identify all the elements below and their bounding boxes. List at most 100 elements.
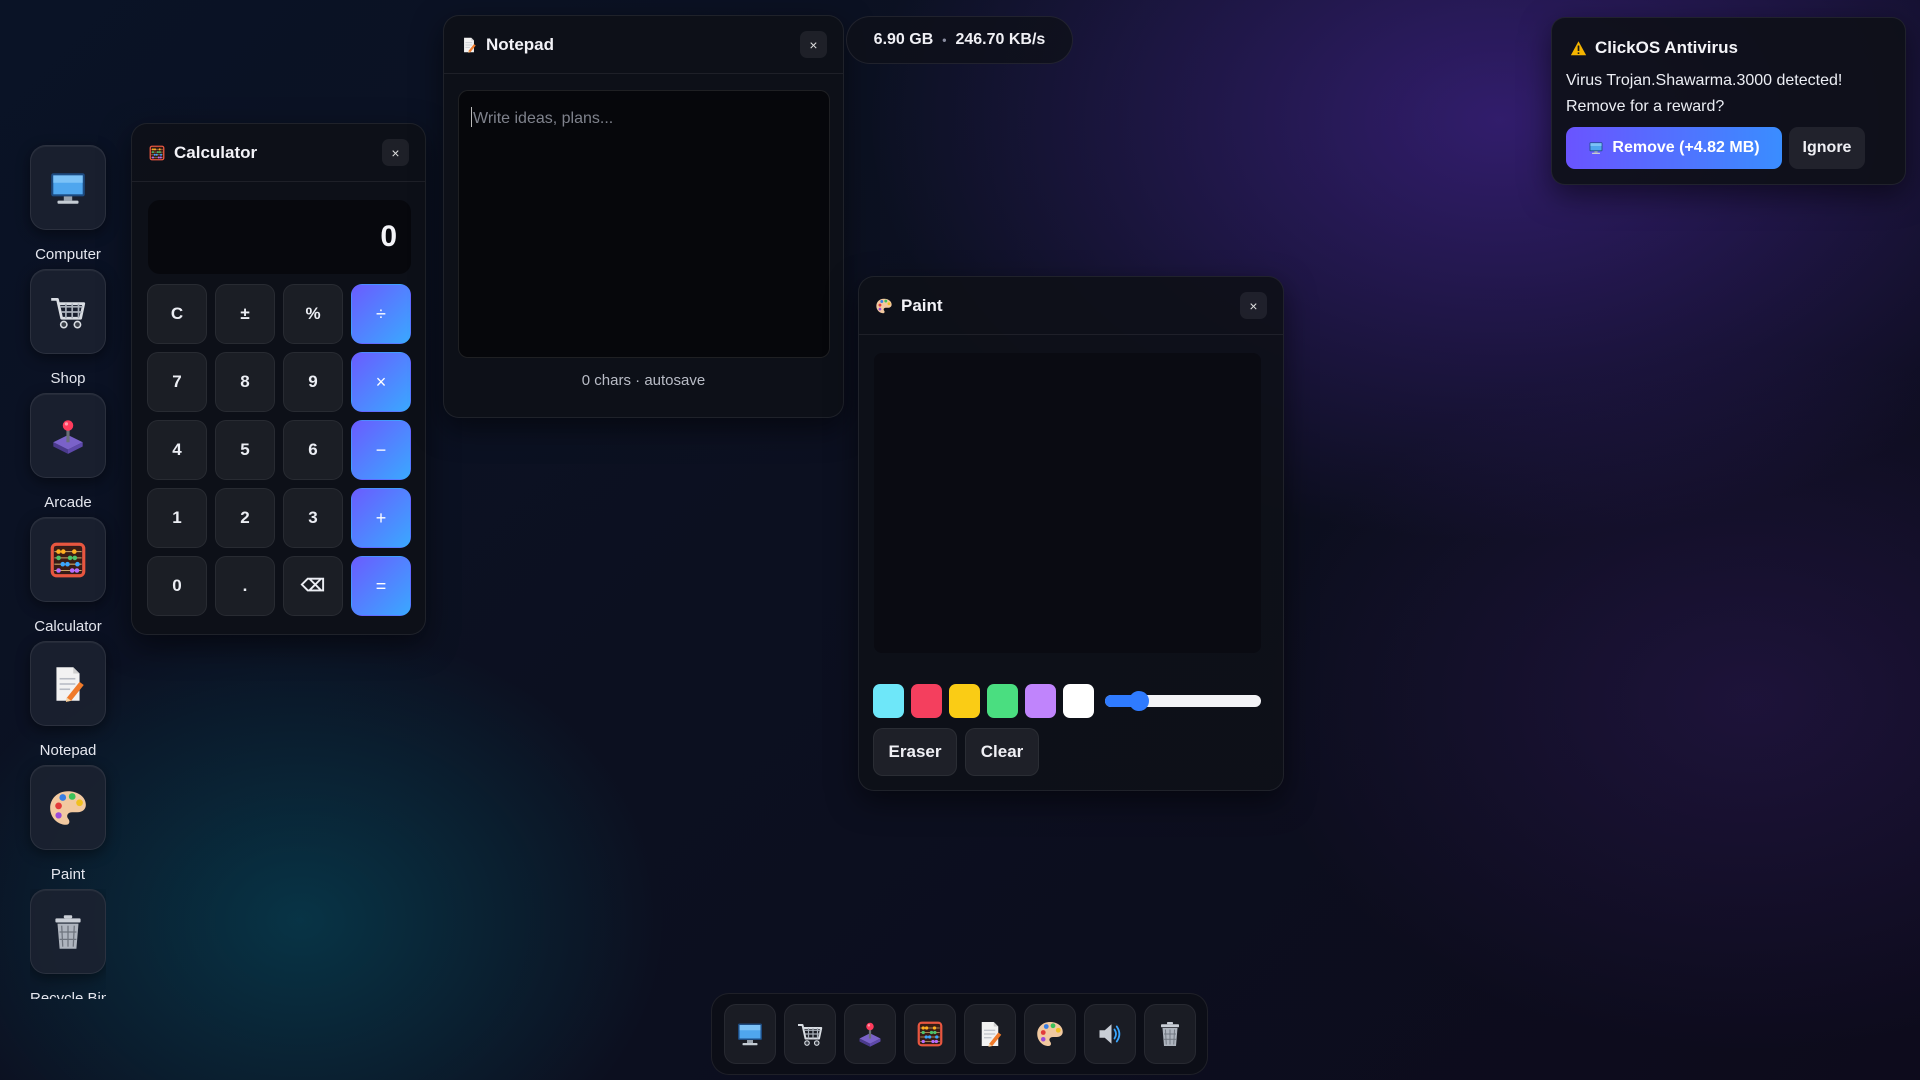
color-swatch-white[interactable]: [1063, 684, 1094, 718]
close-button[interactable]: ×: [800, 31, 827, 58]
taskbar-shop[interactable]: [783, 1004, 836, 1064]
key-divide[interactable]: ÷: [351, 284, 411, 344]
abacus-icon: [915, 1019, 945, 1049]
key-4[interactable]: 4: [147, 420, 207, 480]
desktop-icon-notepad[interactable]: Notepad: [30, 641, 106, 759]
taskbar-paint[interactable]: [1023, 1004, 1076, 1064]
joystick-icon: [855, 1019, 885, 1049]
notepad-window: Notepad × Write ideas, plans... 0 chars …: [443, 15, 844, 418]
key-2[interactable]: 2: [215, 488, 275, 548]
key-clear[interactable]: C: [147, 284, 207, 344]
key-percent[interactable]: %: [283, 284, 343, 344]
taskbar-arcade[interactable]: [843, 1004, 896, 1064]
storage-size: 6.90 GB: [873, 31, 934, 48]
cart-icon: [795, 1019, 825, 1049]
close-button[interactable]: ×: [1240, 292, 1267, 319]
joystick-icon: [30, 393, 106, 478]
clear-button[interactable]: Clear: [965, 728, 1039, 776]
window-title: Paint: [901, 295, 943, 315]
speaker-icon: [1095, 1019, 1125, 1049]
palette-icon: [875, 297, 893, 315]
taskbar-computer[interactable]: [723, 1004, 776, 1064]
desktop-icon-shop[interactable]: Shop: [30, 269, 106, 387]
key-5[interactable]: 5: [215, 420, 275, 480]
paint-canvas[interactable]: [874, 353, 1261, 653]
notepad-icon: [975, 1019, 1005, 1049]
key-7[interactable]: 7: [147, 352, 207, 412]
desktop-icon-label: Notepad: [39, 742, 97, 759]
key-0[interactable]: 0: [147, 556, 207, 616]
key-1[interactable]: 1: [147, 488, 207, 548]
notepad-icon: [30, 641, 106, 726]
desktop-icon-label: Computer: [35, 246, 101, 263]
antivirus-message: Virus Trojan.Shawarma.3000 detected! Rem…: [1566, 72, 1843, 115]
color-swatches: [873, 684, 1094, 718]
separator-dot: •: [942, 33, 947, 47]
taskbar-calculator[interactable]: [903, 1004, 956, 1064]
cart-icon: [30, 269, 106, 354]
storage-speed: 246.70 KB/s: [955, 31, 1046, 48]
taskbar-volume[interactable]: [1083, 1004, 1136, 1064]
palette-icon: [30, 765, 106, 850]
window-title: Calculator: [174, 142, 258, 162]
monitor-icon: [1588, 140, 1604, 156]
notepad-placeholder: Write ideas, plans...: [473, 110, 614, 127]
color-swatch-green[interactable]: [987, 684, 1018, 718]
palette-icon: [1035, 1019, 1065, 1049]
taskbar: [711, 993, 1208, 1075]
desktop-icon-arcade[interactable]: Arcade: [30, 393, 106, 511]
taskbar-notepad[interactable]: [963, 1004, 1016, 1064]
monitor-icon: [30, 145, 106, 230]
eraser-button[interactable]: Eraser: [873, 728, 957, 776]
monitor-icon: [735, 1019, 765, 1049]
slider-thumb[interactable]: [1129, 691, 1150, 711]
desktop-icon-label: Calculator: [34, 618, 102, 635]
paint-window: Paint × Eraser Clear: [858, 276, 1284, 791]
key-decimal[interactable]: .: [215, 556, 275, 616]
window-title: Notepad: [486, 34, 554, 54]
color-swatch-yellow[interactable]: [949, 684, 980, 718]
key-equals[interactable]: =: [351, 556, 411, 616]
calculator-window: Calculator × 0 C ± % ÷ 7 8 9 × 4 5 6 − 1…: [131, 123, 426, 635]
abacus-icon: [148, 144, 166, 162]
desktop-icon-recycle-bin[interactable]: Recycle Bin: [30, 889, 106, 999]
notepad-status: 0 chars · autosave: [581, 372, 706, 389]
ignore-button[interactable]: Ignore: [1789, 127, 1865, 169]
antivirus-title: ClickOS Antivirus: [1595, 38, 1738, 57]
key-add[interactable]: +: [351, 488, 411, 548]
notepad-textarea[interactable]: Write ideas, plans...: [458, 90, 830, 358]
key-multiply[interactable]: ×: [351, 352, 411, 412]
window-titlebar[interactable]: Notepad ×: [444, 16, 843, 74]
trash-icon: [30, 889, 106, 974]
close-button[interactable]: ×: [382, 139, 409, 166]
key-8[interactable]: 8: [215, 352, 275, 412]
abacus-icon: [30, 517, 106, 602]
desktop-icon-paint[interactable]: Paint: [30, 765, 106, 883]
window-titlebar[interactable]: Paint ×: [859, 277, 1283, 335]
antivirus-title-row: ClickOS Antivirus: [1570, 38, 1738, 58]
calculator-display: 0: [148, 200, 411, 274]
key-3[interactable]: 3: [283, 488, 343, 548]
key-9[interactable]: 9: [283, 352, 343, 412]
remove-virus-button[interactable]: Remove (+4.82 MB): [1566, 127, 1782, 169]
antivirus-notification: ClickOS Antivirus Virus Trojan.Shawarma.…: [1551, 17, 1906, 185]
taskbar-recycle-bin[interactable]: [1143, 1004, 1196, 1064]
key-subtract[interactable]: −: [351, 420, 411, 480]
color-swatch-red[interactable]: [911, 684, 942, 718]
brush-size-slider[interactable]: [1105, 691, 1261, 711]
desktop-icon-label: Shop: [50, 370, 86, 387]
key-6[interactable]: 6: [283, 420, 343, 480]
trash-icon: [1155, 1019, 1185, 1049]
color-swatch-cyan[interactable]: [873, 684, 904, 718]
calculator-keypad: C ± % ÷ 7 8 9 × 4 5 6 − 1 2 3 + 0 . ⌫ =: [147, 284, 411, 616]
desktop-icon-label: Arcade: [44, 494, 92, 511]
notepad-icon: [460, 36, 478, 54]
desktop-icon-calculator[interactable]: Calculator: [30, 517, 106, 635]
key-backspace[interactable]: ⌫: [283, 556, 343, 616]
desktop-icon-computer[interactable]: Computer: [30, 145, 106, 263]
desktop-icon-label: Recycle Bin: [30, 990, 106, 999]
key-plus-minus[interactable]: ±: [215, 284, 275, 344]
window-titlebar[interactable]: Calculator ×: [132, 124, 425, 182]
warning-icon: [1570, 40, 1587, 57]
color-swatch-purple[interactable]: [1025, 684, 1056, 718]
